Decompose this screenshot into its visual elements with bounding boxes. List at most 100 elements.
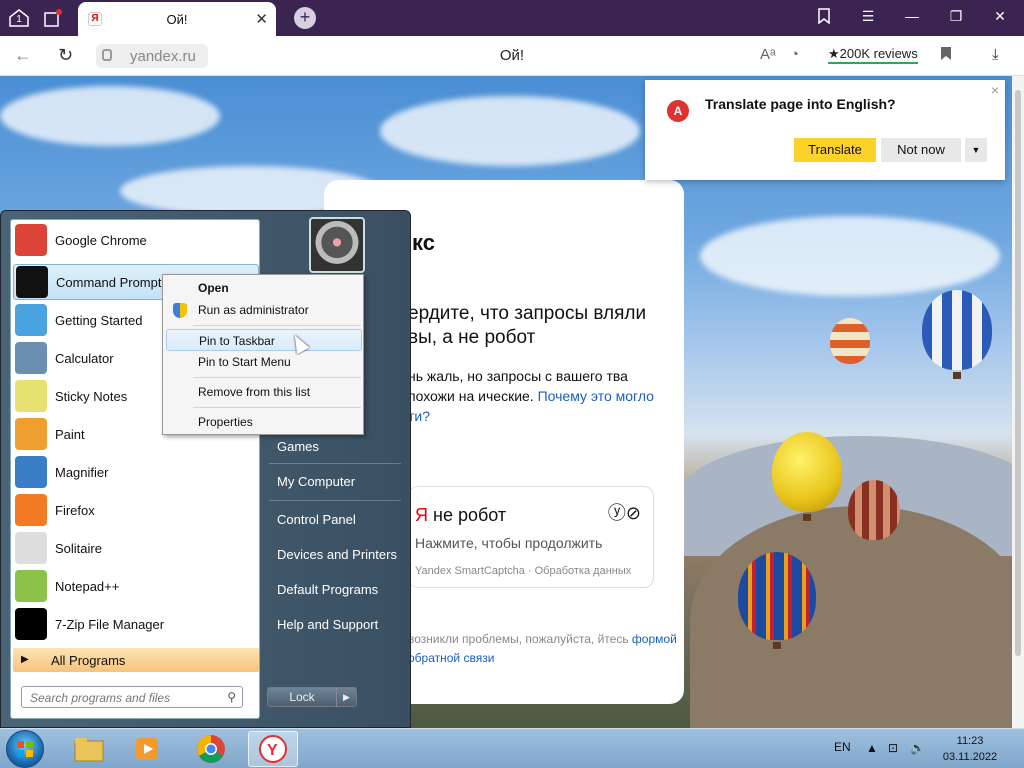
feedback-prefix: возникли проблемы, пожалуйста, йтесь xyxy=(408,632,629,646)
context-pin-to-taskbar[interactable]: Pin to Taskbar xyxy=(166,329,362,351)
start-right-item-my-computer[interactable]: My Computer xyxy=(277,474,355,489)
start-menu-item[interactable]: Solitaire xyxy=(13,530,259,566)
divider xyxy=(269,463,401,464)
lock-icon[interactable] xyxy=(102,49,112,61)
chrome-icon xyxy=(197,735,225,763)
start-menu-item-label: Command Prompt xyxy=(56,274,162,290)
minimize-icon[interactable]: — xyxy=(900,8,924,24)
url-field[interactable]: yandex.ru xyxy=(96,44,208,68)
start-menu-item[interactable]: Magnifier xyxy=(13,454,259,490)
start-menu-item-label: Magnifier xyxy=(55,464,109,480)
start-right-item-help-support[interactable]: Help and Support xyxy=(277,617,378,632)
captcha-footer[interactable]: Yandex SmartCaptcha · Обработка данных xyxy=(415,565,631,577)
cloud xyxy=(380,96,640,166)
captcha-title: Я не робот xyxy=(415,505,506,526)
media-player-icon xyxy=(136,738,158,760)
cloud xyxy=(0,86,220,146)
cloud xyxy=(700,216,1000,296)
start-right-item-control-panel[interactable]: Control Panel xyxy=(277,512,356,527)
taskbar: Y EN ▲ ⊡ 🔈 11:23 03.11.2022 xyxy=(0,728,1024,768)
calculator-icon xyxy=(15,342,47,374)
hot-air-balloon xyxy=(738,552,816,640)
start-menu-item-label: Notepad++ xyxy=(55,578,120,594)
reviews-badge[interactable]: ★200K reviews xyxy=(828,46,918,64)
all-programs-button[interactable]: ▶ All Programs xyxy=(13,648,259,672)
start-button[interactable] xyxy=(6,730,44,768)
search-placeholder: Search programs and files xyxy=(30,691,171,705)
context-run-as-admin-label: Run as administrator xyxy=(198,303,309,317)
start-menu-item[interactable]: 7-Zip File Manager xyxy=(13,606,259,642)
new-tab-button[interactable]: + xyxy=(294,7,316,29)
browser-menu-icon[interactable]: ☰ xyxy=(856,8,880,25)
start-right-item-games[interactable]: Games xyxy=(277,439,319,454)
smartcaptcha-box[interactable]: Я не робот ⓨ⊘ Нажмите, чтобы продолжить … xyxy=(408,486,654,588)
all-programs-label: All Programs xyxy=(51,653,126,668)
start-search-input[interactable]: Search programs and files ⚲ xyxy=(21,686,243,708)
taskbar-file-explorer[interactable] xyxy=(64,731,114,767)
context-open-label: Open xyxy=(198,281,229,295)
context-remove-label: Remove from this list xyxy=(198,385,311,399)
user-avatar[interactable] xyxy=(309,217,365,273)
divider xyxy=(193,325,361,326)
start-menu-item[interactable]: Notepad++ xyxy=(13,568,259,604)
7zip-icon xyxy=(15,608,47,640)
start-menu-item-label: 7-Zip File Manager xyxy=(55,616,165,632)
download-icon[interactable]: ⤓ xyxy=(992,46,999,63)
close-window-icon[interactable]: ✕ xyxy=(988,8,1012,25)
not-now-button[interactable]: Not now xyxy=(881,138,961,162)
reload-icon[interactable]: ↻ xyxy=(58,45,73,66)
new-window-icon xyxy=(44,9,62,27)
translate-options-dropdown[interactable]: ▼ xyxy=(965,138,987,162)
scrollbar-thumb[interactable] xyxy=(1015,90,1021,656)
context-remove-from-list[interactable]: Remove from this list xyxy=(166,381,362,403)
magnifier-icon xyxy=(15,456,47,488)
context-open[interactable]: Open xyxy=(166,277,362,299)
browser-tab[interactable]: Я Ой! ✕ xyxy=(78,2,276,36)
start-menu-item[interactable]: Firefox xyxy=(13,492,259,528)
translate-icon: A xyxy=(667,100,689,122)
taskbar-chrome[interactable] xyxy=(186,731,236,767)
balloon-basket xyxy=(773,642,781,649)
chrome-icon xyxy=(15,224,47,256)
taskbar-yandex-browser[interactable]: Y xyxy=(248,731,298,767)
close-popup-icon[interactable]: × xyxy=(991,82,999,98)
divider xyxy=(193,377,361,378)
context-pin-start-label: Pin to Start Menu xyxy=(198,355,291,369)
tabs-counter-button[interactable]: 1 xyxy=(6,6,32,30)
start-right-item-default-programs[interactable]: Default Programs xyxy=(277,582,378,597)
lock-button[interactable]: Lock ▶ xyxy=(267,687,357,707)
context-properties[interactable]: Properties xyxy=(166,411,362,433)
svg-text:Y: Y xyxy=(267,742,278,759)
page-scrollbar[interactable] xyxy=(1012,76,1024,728)
start-menu-item[interactable]: Google Chrome xyxy=(13,222,259,258)
bookmark-icon[interactable] xyxy=(940,46,952,65)
tab-close-icon[interactable]: ✕ xyxy=(255,10,268,28)
new-window-button[interactable] xyxy=(40,6,66,30)
collections-icon[interactable] xyxy=(812,8,836,27)
clock[interactable]: 11:23 03.11.2022 xyxy=(938,733,1002,765)
lock-options-arrow-icon[interactable]: ▶ xyxy=(336,688,356,706)
translate-icon[interactable]: Aᵃ xyxy=(760,46,776,63)
context-run-as-admin[interactable]: Run as administrator xyxy=(166,299,362,321)
ya-letter: Я xyxy=(415,505,428,525)
volume-icon[interactable]: 🔈 xyxy=(910,741,925,755)
url-text: yandex.ru xyxy=(130,48,196,65)
clock-time: 11:23 xyxy=(956,735,984,747)
restore-icon[interactable]: ❐ xyxy=(944,8,968,25)
start-right-item-devices-printers[interactable]: Devices and Printers xyxy=(277,547,397,562)
divider xyxy=(269,500,401,501)
extensions-badge-icon[interactable]: ◔ xyxy=(790,46,799,63)
context-properties-label: Properties xyxy=(198,415,253,429)
translate-button[interactable]: Translate xyxy=(794,138,876,162)
start-menu-item-label: Getting Started xyxy=(55,312,143,328)
tray-expand-icon[interactable]: ▲ xyxy=(866,741,878,755)
captcha-subtitle: Нажмите, чтобы продолжить xyxy=(415,535,603,551)
start-menu-item-label: Google Chrome xyxy=(55,232,147,248)
language-indicator[interactable]: EN xyxy=(834,740,851,754)
back-icon[interactable]: ← xyxy=(14,45,32,66)
context-pin-to-start-menu[interactable]: Pin to Start Menu xyxy=(166,351,362,373)
paint-icon xyxy=(15,418,47,450)
network-icon[interactable]: ⊡ xyxy=(888,741,898,755)
yandex-browser-icon: Y xyxy=(259,735,287,763)
taskbar-media-player[interactable] xyxy=(124,731,174,767)
